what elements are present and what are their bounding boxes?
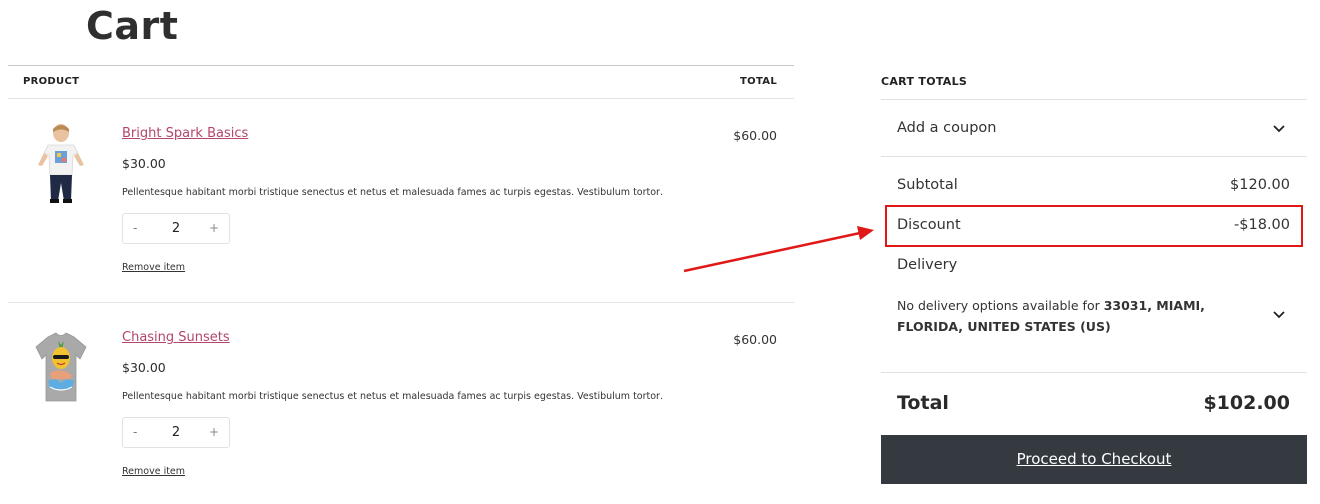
quantity-stepper: - 2 +	[122, 213, 230, 244]
cart-table-header: PRODUCT TOTAL	[8, 65, 794, 99]
discount-highlight-box	[885, 205, 1303, 247]
delivery-note-text: No delivery options available for	[897, 298, 1104, 313]
remove-item-link[interactable]: Remove item	[122, 262, 185, 273]
product-name-link[interactable]: Bright Spark Basics	[122, 126, 248, 141]
product-image-grey-tshirt[interactable]	[26, 323, 96, 409]
product-image-kid-tshirt[interactable]	[26, 119, 96, 205]
product-column-header: PRODUCT	[23, 76, 80, 87]
divider	[881, 99, 1307, 100]
divider	[881, 372, 1307, 373]
remove-item-link[interactable]: Remove item	[122, 466, 185, 477]
product-name-link[interactable]: Chasing Sunsets	[122, 330, 230, 345]
cart-item-row: Bright Spark Basics $30.00 Pellentesque …	[8, 99, 794, 303]
divider	[881, 156, 1307, 157]
page-title: Cart	[86, 4, 179, 48]
chevron-down-icon[interactable]	[1272, 124, 1286, 134]
order-total-label: Total	[897, 392, 949, 414]
order-total-value: $102.00	[1203, 392, 1290, 414]
increase-quantity-button[interactable]: +	[209, 425, 219, 439]
proceed-to-checkout-button[interactable]: Proceed to Checkout	[881, 435, 1307, 484]
product-price: $30.00	[122, 360, 166, 375]
delivery-note: No delivery options available for 33031,…	[897, 295, 1227, 337]
increase-quantity-button[interactable]: +	[209, 221, 219, 235]
quantity-stepper: - 2 +	[122, 417, 230, 448]
line-total: $60.00	[733, 128, 777, 143]
product-description: Pellentesque habitant morbi tristique se…	[122, 391, 662, 402]
cart-totals-title: CART TOTALS	[881, 75, 968, 88]
add-coupon-toggle[interactable]: Add a coupon	[897, 120, 996, 136]
total-column-header: TOTAL	[740, 76, 777, 87]
delivery-label: Delivery	[897, 257, 958, 273]
product-description: Pellentesque habitant morbi tristique se…	[122, 187, 662, 198]
subtotal-value: $120.00	[1230, 177, 1290, 193]
cart-item-row: Chasing Sunsets $30.00 Pellentesque habi…	[8, 303, 794, 504]
cart-table: PRODUCT TOTAL Bright Spark Basics $30.00…	[8, 65, 794, 477]
product-price: $30.00	[122, 156, 166, 171]
subtotal-label: Subtotal	[897, 177, 958, 193]
line-total: $60.00	[733, 332, 777, 347]
chevron-down-icon[interactable]	[1272, 310, 1286, 320]
